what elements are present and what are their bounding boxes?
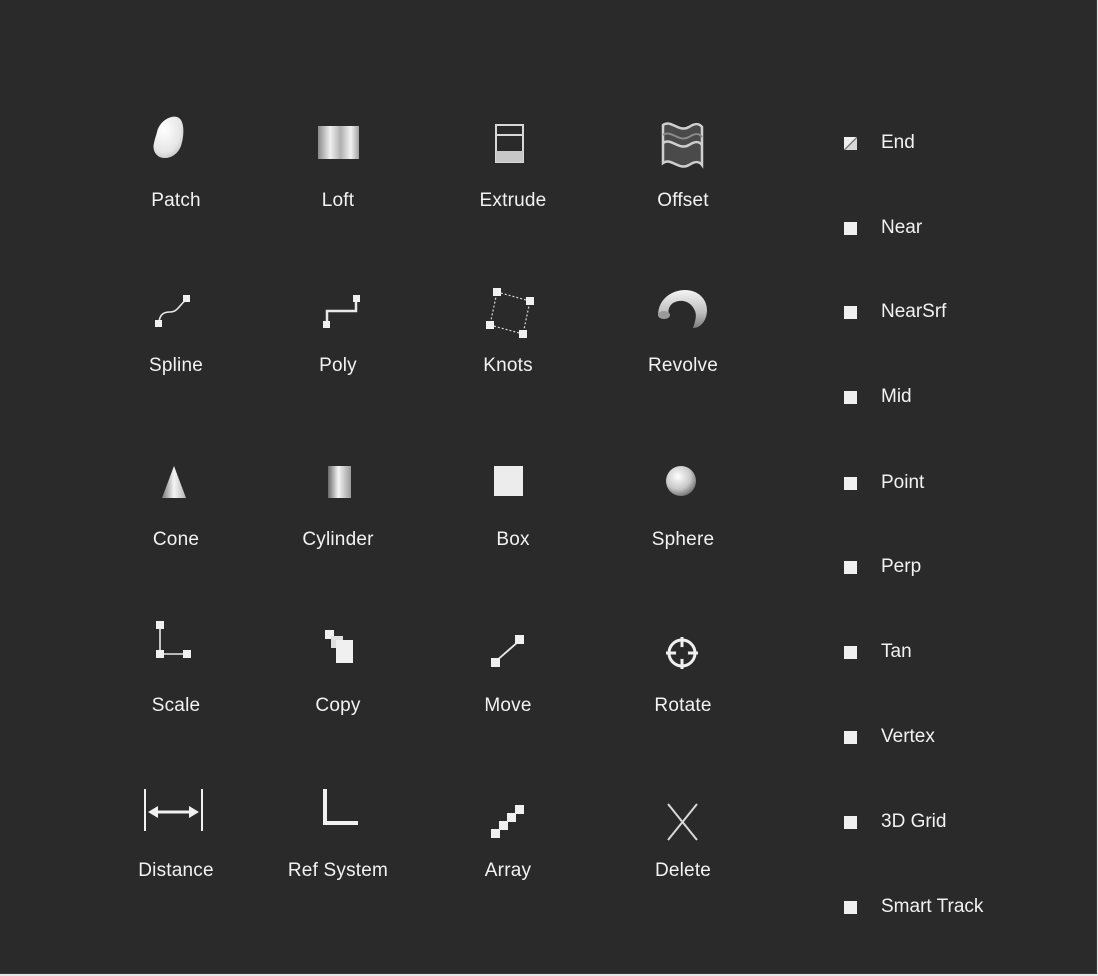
tool-knots[interactable]: Knots — [433, 270, 583, 400]
spline-icon — [136, 270, 216, 350]
snap-label: Mid — [881, 386, 912, 407]
snap-label: Near — [881, 217, 923, 238]
ref-system-icon — [298, 775, 378, 855]
checkbox-partial-icon — [844, 136, 857, 150]
tool-offset[interactable]: Offset — [608, 105, 758, 235]
tool-scale[interactable]: Scale — [101, 610, 251, 740]
tool-label: Copy — [315, 695, 361, 716]
distance-icon — [136, 775, 216, 855]
tool-ref-system[interactable]: Ref System — [263, 775, 413, 905]
loft-icon — [298, 105, 378, 185]
snap-3d-grid[interactable]: 3D Grid — [844, 807, 946, 837]
checkbox-icon — [844, 730, 857, 744]
tool-label: Sphere — [651, 529, 715, 550]
tool-box[interactable]: Box — [438, 444, 588, 574]
snap-perp[interactable]: Perp — [844, 552, 921, 582]
tool-array[interactable]: Array — [433, 775, 583, 905]
tool-rotate[interactable]: Rotate — [608, 610, 758, 740]
tool-label: Scale — [151, 695, 201, 716]
snap-label: Smart Track — [881, 896, 984, 917]
checkbox-icon — [844, 221, 857, 235]
tool-panel: Patch Loft Extrude Offset Spline Poly Kn… — [0, 0, 1097, 974]
snap-near[interactable]: Near — [844, 213, 922, 243]
snap-label: Tan — [881, 641, 912, 662]
snap-label: Point — [881, 472, 925, 493]
revolve-icon — [643, 270, 723, 350]
snap-mid[interactable]: Mid — [844, 382, 912, 412]
tool-label: Cone — [152, 529, 200, 550]
tool-patch[interactable]: Patch — [101, 105, 251, 235]
tool-label: Move — [484, 695, 532, 716]
move-icon — [468, 610, 548, 690]
extrude-icon — [473, 105, 553, 185]
cone-icon — [136, 444, 216, 524]
tool-label: Box — [496, 529, 530, 550]
snap-end[interactable]: End — [844, 128, 915, 158]
snap-smart-track[interactable]: Smart Track — [844, 892, 983, 922]
checkbox-icon — [844, 560, 857, 574]
tool-label: Revolve — [647, 355, 719, 376]
knots-icon — [468, 270, 548, 350]
offset-icon — [643, 105, 723, 185]
tool-copy[interactable]: Copy — [263, 610, 413, 740]
tool-label: Knots — [483, 355, 533, 376]
tool-label: Offset — [657, 190, 709, 211]
tool-label: Distance — [138, 860, 214, 881]
tool-label: Extrude — [479, 190, 547, 211]
checkbox-icon — [844, 645, 857, 659]
sphere-icon — [643, 444, 723, 524]
tool-cylinder[interactable]: Cylinder — [263, 444, 413, 574]
box-icon — [473, 444, 553, 524]
scale-icon — [136, 610, 216, 690]
snap-label: 3D Grid — [881, 811, 947, 832]
tool-revolve[interactable]: Revolve — [608, 270, 758, 400]
tool-label: Array — [484, 860, 532, 881]
tool-spline[interactable]: Spline — [101, 270, 251, 400]
tool-label: Spline — [148, 355, 204, 376]
tool-move[interactable]: Move — [433, 610, 583, 740]
tool-distance[interactable]: Distance — [101, 775, 251, 905]
delete-icon — [643, 775, 723, 855]
tool-label: Rotate — [654, 695, 712, 716]
tool-label: Loft — [321, 190, 355, 211]
copy-icon — [298, 610, 378, 690]
tool-label: Patch — [151, 190, 201, 211]
poly-icon — [298, 270, 378, 350]
array-icon — [468, 775, 548, 855]
tool-poly[interactable]: Poly — [263, 270, 413, 400]
tool-extrude[interactable]: Extrude — [438, 105, 588, 235]
checkbox-icon — [844, 305, 857, 319]
snap-label: Vertex — [881, 726, 935, 747]
tool-label: Poly — [319, 355, 357, 376]
snap-label: End — [881, 132, 915, 153]
snap-point[interactable]: Point — [844, 468, 924, 498]
tool-label: Ref System — [287, 860, 389, 881]
snap-label: NearSrf — [881, 301, 947, 322]
snap-label: Perp — [881, 556, 922, 577]
snap-tan[interactable]: Tan — [844, 637, 912, 667]
tool-cone[interactable]: Cone — [101, 444, 251, 574]
snap-nearsrf[interactable]: NearSrf — [844, 297, 946, 327]
checkbox-icon — [844, 815, 857, 829]
tool-loft[interactable]: Loft — [263, 105, 413, 235]
tool-delete[interactable]: Delete — [608, 775, 758, 905]
tool-label: Delete — [654, 860, 712, 881]
cylinder-icon — [298, 444, 378, 524]
rotate-icon — [643, 610, 723, 690]
checkbox-icon — [844, 476, 857, 490]
snap-vertex[interactable]: Vertex — [844, 722, 935, 752]
tool-label: Cylinder — [302, 529, 374, 550]
tool-sphere[interactable]: Sphere — [608, 444, 758, 574]
checkbox-icon — [844, 900, 857, 914]
checkbox-icon — [844, 390, 857, 404]
patch-icon — [136, 105, 216, 185]
